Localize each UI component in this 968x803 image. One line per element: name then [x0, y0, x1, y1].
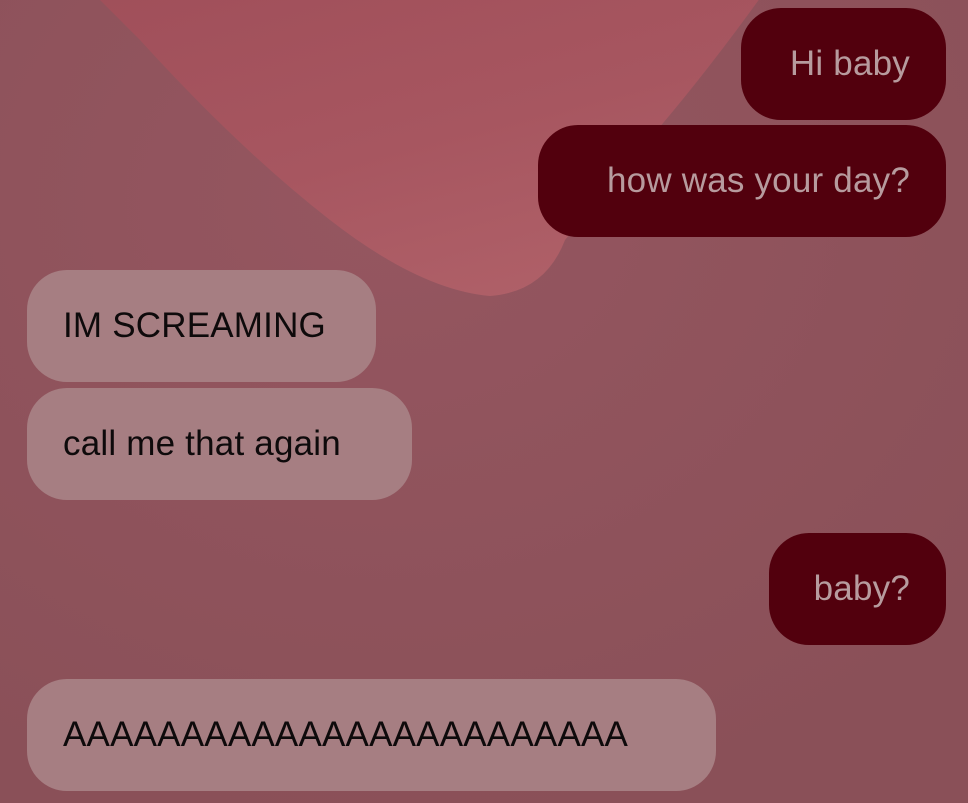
received-message-bubble[interactable]: AAAAAAAAAAAAAAAAAAAAAAAA — [27, 679, 716, 791]
sent-message-bubble[interactable]: how was your day? — [538, 125, 946, 237]
message-thread: Hi baby how was your day? IM SCREAMING c… — [0, 0, 968, 803]
message-text: how was your day? — [606, 161, 910, 200]
message-text: Hi baby — [789, 44, 910, 83]
message-text: AAAAAAAAAAAAAAAAAAAAAAAA — [63, 715, 629, 754]
received-message-bubble[interactable]: call me that again — [27, 388, 412, 500]
message-text: IM SCREAMING — [63, 306, 326, 345]
sent-message-bubble[interactable]: Hi baby — [741, 8, 946, 120]
message-text: call me that again — [63, 424, 341, 463]
received-message-bubble[interactable]: IM SCREAMING — [27, 270, 376, 382]
message-text: baby? — [813, 569, 910, 608]
sent-message-bubble[interactable]: baby? — [769, 533, 946, 645]
